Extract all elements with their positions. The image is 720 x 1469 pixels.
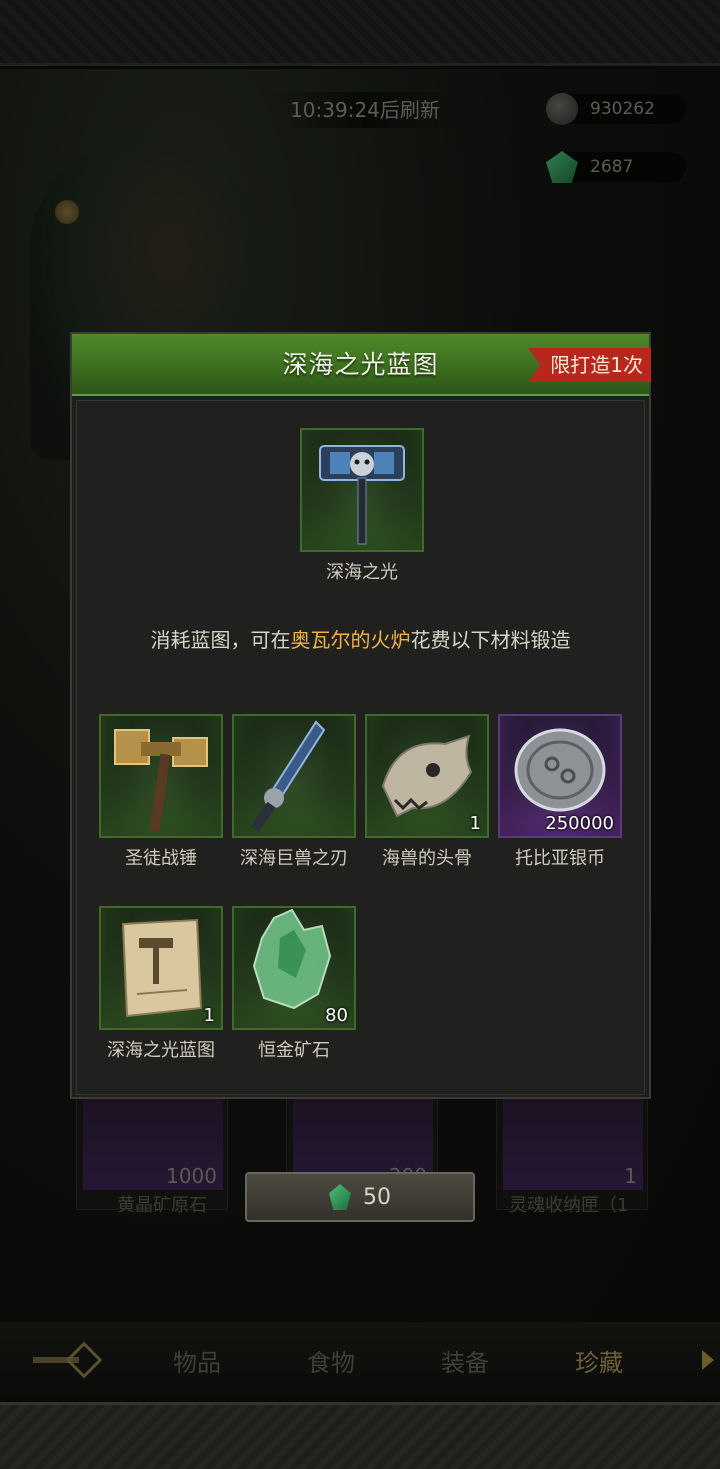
tab-food[interactable]: 食物 <box>264 1343 398 1378</box>
material-name: 深海之光蓝图 <box>107 1040 215 1061</box>
golden-hammer-icon <box>114 729 208 833</box>
green-gem-icon <box>329 1184 351 1210</box>
tab-equipment[interactable]: 装备 <box>398 1343 532 1378</box>
product-name: 深海之光 <box>326 562 398 583</box>
buy-button[interactable]: 50 <box>245 1172 475 1222</box>
material-qty: 1 <box>203 1005 215 1026</box>
tabs-next-arrow-icon[interactable] <box>702 1350 714 1370</box>
tab-items[interactable]: 物品 <box>130 1343 264 1378</box>
sword-icon <box>250 720 326 833</box>
tab-treasure[interactable]: 珍藏 <box>532 1343 666 1378</box>
material-name: 海兽的头骨 <box>382 848 472 869</box>
material-slot[interactable] <box>99 714 223 838</box>
instruction-suffix: 花费以下材料锻造 <box>410 628 571 652</box>
limit-badge: 限打造1次 <box>528 348 651 382</box>
material-slot[interactable] <box>232 714 356 838</box>
forge-instruction: 消耗蓝图，可在奥瓦尔的火炉花费以下材料锻造 <box>72 624 649 653</box>
material-qty: 250000 <box>545 813 614 834</box>
blueprint-modal: 深海之光蓝图 限打造1次 深海之光 消耗蓝图，可在奥瓦尔的火炉花费以下材料锻造 <box>70 332 651 1099</box>
material-slot[interactable]: 1 <box>365 714 489 838</box>
war-hammer-icon <box>319 445 405 545</box>
material-qty: 80 <box>325 1005 348 1026</box>
material-name: 托比亚银币 <box>515 848 605 869</box>
buy-price: 50 <box>363 1184 391 1210</box>
material-name: 恒金矿石 <box>258 1040 330 1061</box>
material-slot[interactable]: 250000 <box>498 714 622 838</box>
category-tabs: 物品 食物 装备 珍藏 <box>0 1322 720 1398</box>
instruction-location[interactable]: 奥瓦尔的火炉 <box>291 628 411 652</box>
material-name: 圣徒战锤 <box>125 848 197 869</box>
instruction-prefix: 消耗蓝图，可在 <box>150 628 291 652</box>
material-slot[interactable]: 1 <box>99 906 223 1030</box>
diamond-icon <box>65 1341 103 1379</box>
material-name: 深海巨兽之刃 <box>240 848 348 869</box>
material-qty: 1 <box>469 813 481 834</box>
bottom-ornament-border <box>0 1402 720 1469</box>
back-button[interactable] <box>0 1322 130 1398</box>
product-slot[interactable] <box>300 428 424 552</box>
material-slot[interactable]: 80 <box>232 906 356 1030</box>
